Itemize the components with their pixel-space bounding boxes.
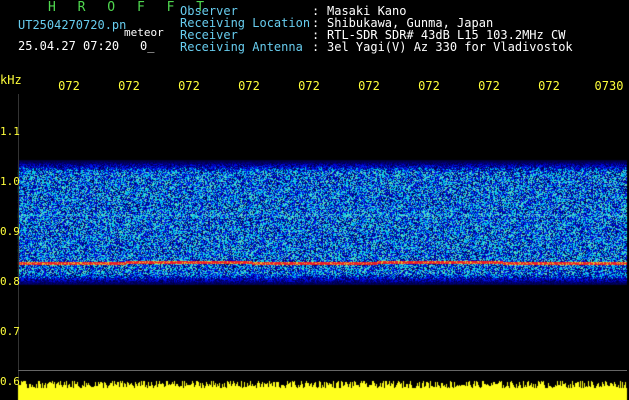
y-tick: 1.1 — [0, 125, 20, 138]
x-tick: 072 — [58, 79, 80, 93]
y-tick: 0.8 — [0, 275, 20, 288]
x-tick: 072 — [178, 79, 200, 93]
x-tick: 072 — [478, 79, 500, 93]
meteor-tag: meteor — [124, 26, 164, 39]
x-tick: 072 — [298, 79, 320, 93]
file-name: UT2504270720.pn — [18, 18, 127, 32]
y-tick: 0.7 — [0, 325, 20, 338]
x-tick: 0730 — [594, 79, 624, 93]
y-tick: 0.6 — [0, 375, 20, 388]
x-tick: 072 — [418, 79, 440, 93]
antenna-value: 3el Yagi(V) Az 330 for Vladivostok — [327, 40, 573, 54]
antenna-sep: : — [312, 40, 320, 54]
x-tick: 072 — [538, 79, 560, 93]
spectrogram-screen: H R O F F T UT2504270720.pn meteor 25.04… — [0, 0, 629, 400]
antenna-label: Receiving Antenna — [180, 40, 303, 54]
x-tick: 072 — [238, 79, 260, 93]
meteor-count: 0_ — [140, 39, 155, 53]
x-tick: 072 — [118, 79, 140, 93]
y-tick: 0.9 — [0, 225, 20, 238]
x-tick: 072 — [358, 79, 380, 93]
date-time: 25.04.27 07:20 — [18, 39, 120, 53]
spectrogram-canvas — [0, 0, 629, 400]
y-tick: 1.0 — [0, 175, 20, 188]
baseline — [18, 370, 627, 371]
y-unit-label: kHz — [0, 73, 22, 87]
